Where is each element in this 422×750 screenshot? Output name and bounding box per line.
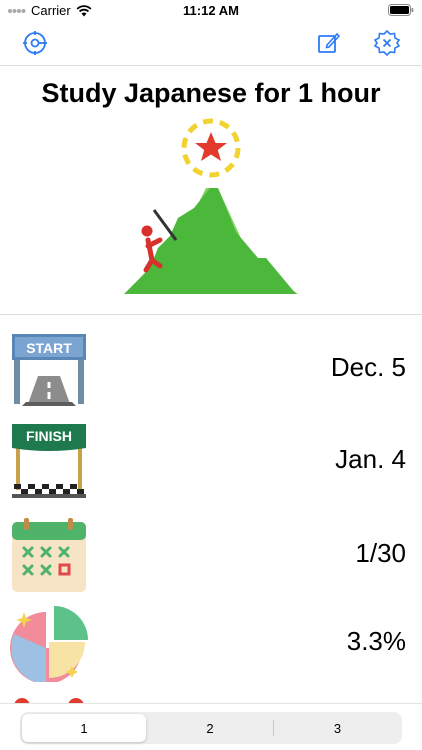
settings-button[interactable]	[20, 28, 50, 58]
progress-percent-row: 3.3%	[0, 604, 422, 684]
goal-title: Study Japanese for 1 hour	[41, 78, 381, 108]
gear-x-icon	[373, 29, 401, 57]
edit-button[interactable]	[314, 28, 344, 58]
segment-2[interactable]: 2	[148, 714, 272, 742]
status-bar: Carrier 11:12 AM	[0, 0, 422, 22]
start-gate-icon: START	[12, 334, 86, 406]
delete-button[interactable]	[372, 28, 402, 58]
progress-days-value: 1/30	[355, 538, 406, 568]
start-date-value: Dec. 5	[330, 352, 406, 382]
calendar-icon	[12, 518, 86, 592]
svg-text:START: START	[26, 340, 72, 356]
battery-icon	[388, 4, 414, 16]
progress-percent-value: 3.3%	[346, 626, 406, 656]
hero-divider	[0, 314, 422, 315]
finish-gate-icon: FINISH	[12, 424, 86, 498]
start-date-row: START Dec. 5	[0, 330, 422, 410]
edit-square-icon	[318, 32, 341, 53]
mountain-climber-icon	[124, 118, 298, 294]
status-right	[388, 4, 414, 19]
status-time: 11:12 AM	[183, 3, 239, 18]
pie-chart-icon	[10, 606, 88, 682]
page-segmented-control: 1 2 3	[20, 712, 402, 744]
tab-bar: 1 2 3	[0, 703, 422, 750]
settings-gear-icon	[23, 31, 47, 55]
segment-separator	[273, 720, 274, 736]
finish-date-value: Jan. 4	[335, 444, 406, 474]
toolbar-divider	[0, 65, 422, 66]
svg-text:FINISH: FINISH	[26, 428, 72, 444]
toolbar	[0, 24, 422, 64]
segment-1[interactable]: 1	[22, 714, 146, 742]
progress-days-row: 1/30	[0, 516, 422, 596]
segment-3[interactable]: 3	[275, 714, 400, 742]
finish-date-row: FINISH Jan. 4	[0, 422, 422, 502]
